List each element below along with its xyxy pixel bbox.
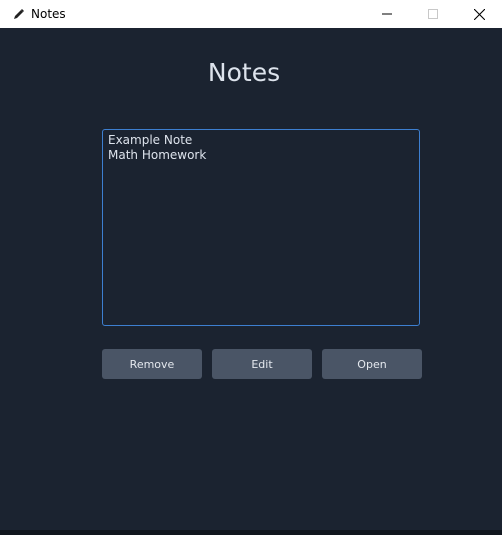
- notes-list[interactable]: Example Note Math Homework: [102, 129, 420, 326]
- minimize-button[interactable]: [364, 0, 410, 28]
- maximize-button[interactable]: [410, 0, 456, 28]
- notes-window: Notes Notes Example Note Math Homework R…: [0, 0, 502, 535]
- title-bar[interactable]: Notes: [0, 0, 502, 28]
- action-buttons: Remove Edit Open: [102, 349, 422, 379]
- window-bottom-edge: [0, 530, 502, 535]
- remove-button[interactable]: Remove: [102, 349, 202, 379]
- list-item[interactable]: Math Homework: [103, 148, 419, 163]
- pencil-icon: [12, 7, 26, 21]
- window-controls: [364, 0, 502, 28]
- close-icon: [473, 8, 485, 20]
- minimize-icon: [382, 13, 392, 15]
- edit-button[interactable]: Edit: [212, 349, 312, 379]
- window-title: Notes: [31, 7, 66, 21]
- page-title: Notes: [207, 58, 281, 87]
- list-item[interactable]: Example Note: [103, 133, 419, 148]
- close-button[interactable]: [456, 0, 502, 28]
- maximize-icon: [428, 9, 438, 19]
- open-button[interactable]: Open: [322, 349, 422, 379]
